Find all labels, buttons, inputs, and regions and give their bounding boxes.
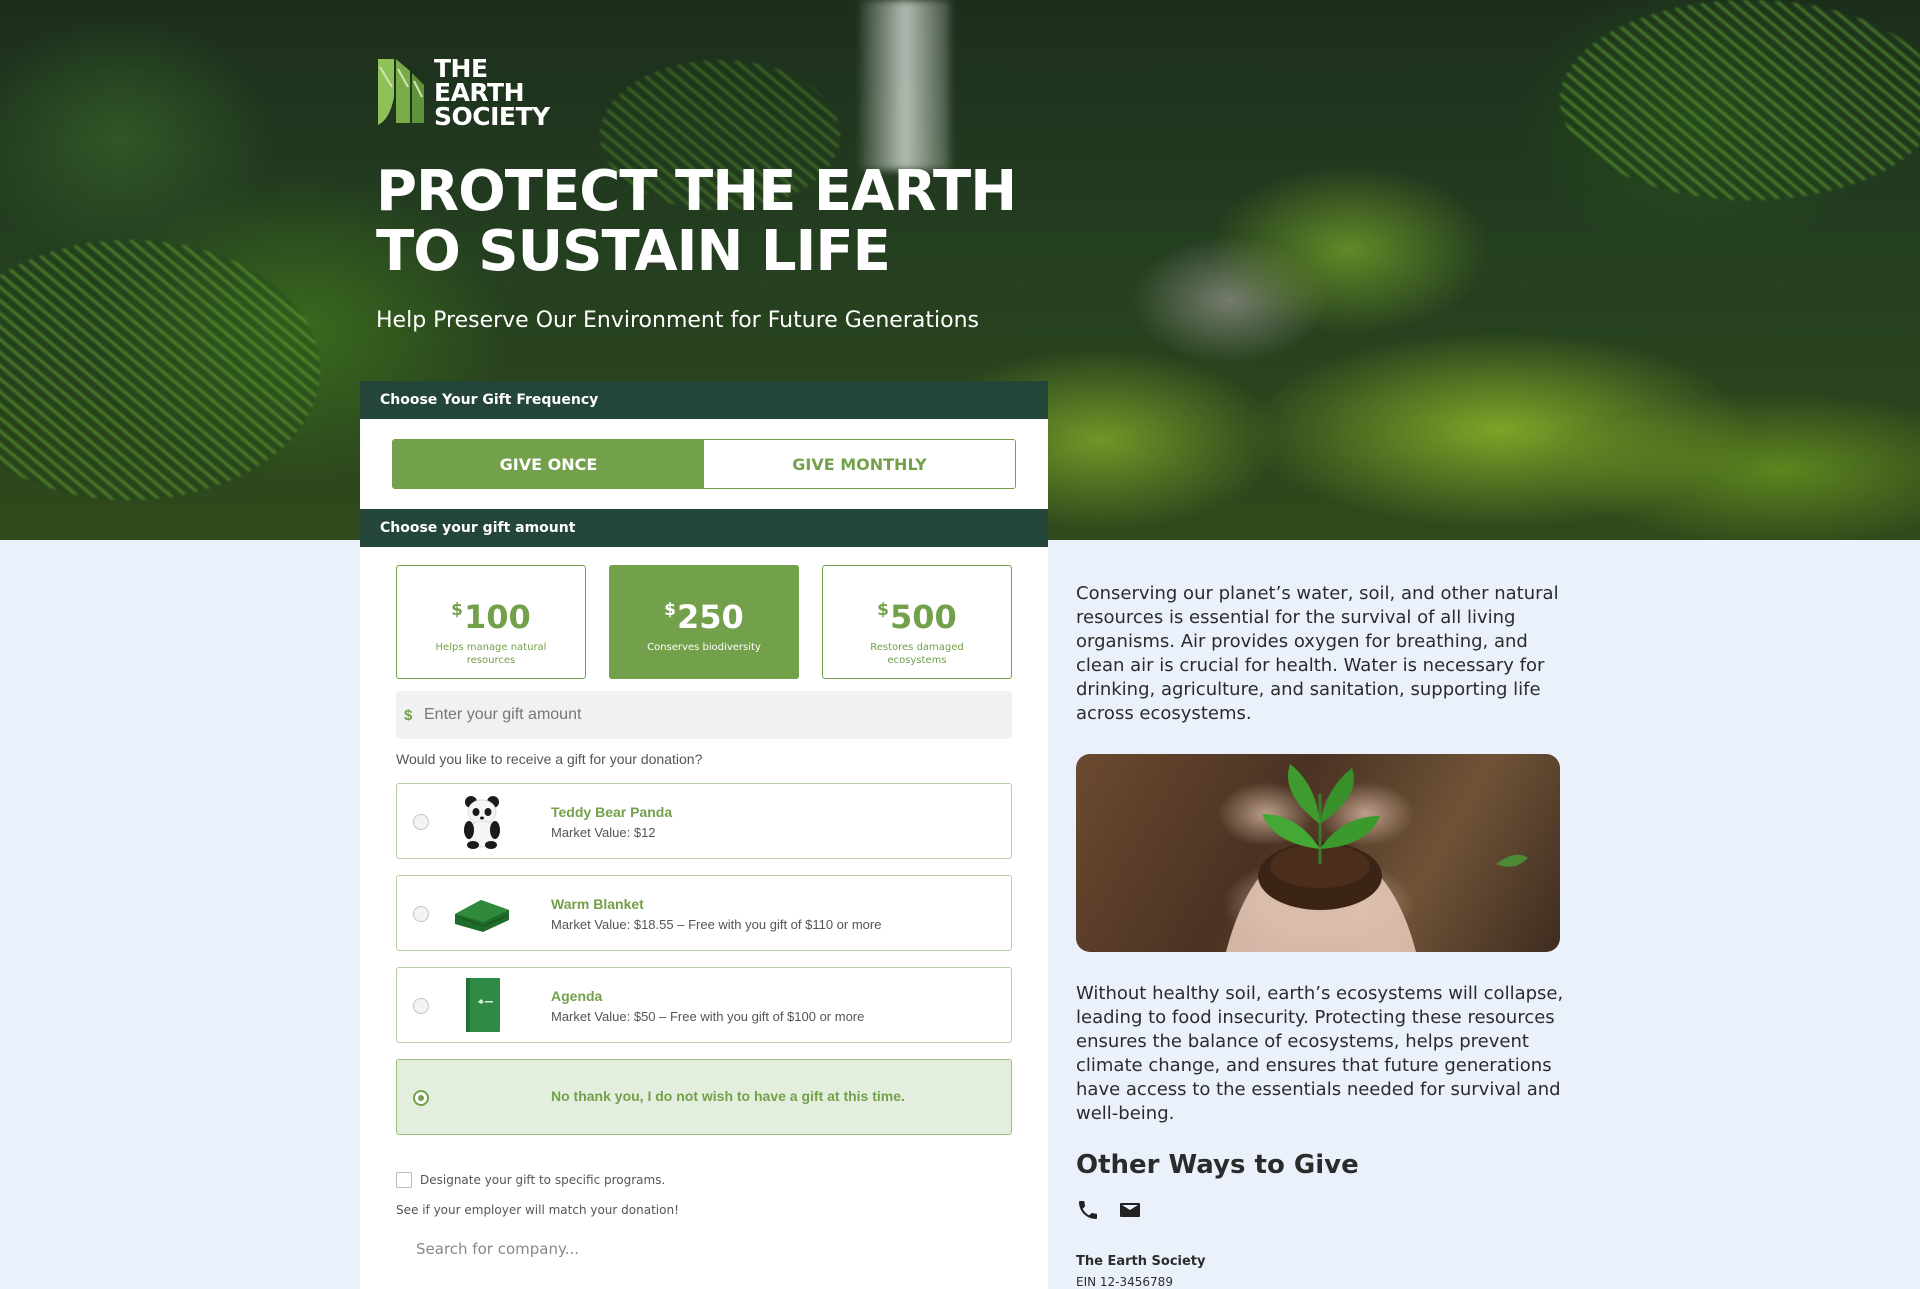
- gift-option-agenda[interactable]: Agenda Market Value: $50 – Free with you…: [396, 967, 1012, 1043]
- hero-title-line: TO SUSTAIN LIFE: [376, 219, 891, 284]
- gift-value: Market Value: $18.55 – Free with you gif…: [551, 917, 882, 932]
- amount-description: Helps manage natural resources: [435, 642, 547, 666]
- seedling-photo: [1076, 754, 1560, 952]
- radio-button-selected[interactable]: [413, 1090, 429, 1106]
- other-ways-title: Other Ways to Give: [1076, 1150, 1359, 1180]
- logo[interactable]: THE EARTH SOCIETY: [376, 56, 550, 131]
- gift-option-blanket[interactable]: Warm Blanket Market Value: $18.55 – Free…: [396, 875, 1012, 951]
- custom-amount-field[interactable]: $: [396, 691, 1012, 739]
- envelope-icon[interactable]: [1118, 1198, 1144, 1222]
- panda-plush-icon: [464, 796, 500, 849]
- waterfall-image: [860, 0, 950, 170]
- radio-button[interactable]: [413, 998, 429, 1014]
- gift-name: Agenda: [551, 988, 603, 1004]
- amount-value: $500: [823, 592, 1011, 635]
- gift-name: No thank you, I do not wish to have a gi…: [551, 1088, 905, 1104]
- logo-line: SOCIETY: [434, 102, 550, 131]
- amount-header: Choose your gift amount: [360, 509, 1048, 547]
- amount-number: 250: [677, 598, 744, 636]
- company-search-input[interactable]: [396, 1229, 1012, 1269]
- agenda-book-icon: [466, 978, 500, 1032]
- amount-description: Restores damaged ecosystems: [870, 642, 964, 666]
- logo-text: THE EARTH SOCIETY: [434, 56, 550, 131]
- gift-value: Market Value: $12: [551, 825, 656, 840]
- amount-card-100[interactable]: $100 Helps manage natural resources: [396, 565, 586, 679]
- amount-description: Conserves biodiversity: [647, 642, 761, 653]
- amount-number: 500: [890, 598, 957, 636]
- gift-option-no-thanks[interactable]: No thank you, I do not wish to have a gi…: [396, 1059, 1012, 1135]
- frequency-toggle: GIVE ONCE GIVE MONTHLY: [392, 439, 1016, 489]
- hero-title: PROTECT THE EARTH TO SUSTAIN LIFE: [376, 162, 1076, 282]
- designate-label: Designate your gift to specific programs…: [420, 1173, 666, 1187]
- blanket-icon: [455, 900, 509, 932]
- gift-text: Warm Blanket Market Value: $18.55 – Free…: [551, 894, 881, 936]
- amount-card-250[interactable]: $250 Conserves biodiversity: [609, 565, 799, 679]
- amount-options: $100 Helps manage natural resources $250…: [396, 565, 1012, 679]
- gift-value: Market Value: $50 – Free with you gift o…: [551, 1009, 865, 1024]
- give-once-button[interactable]: GIVE ONCE: [393, 440, 704, 488]
- currency-symbol: $: [664, 600, 677, 620]
- employer-match-text: See if your employer will match your don…: [396, 1203, 679, 1217]
- gift-text: Agenda Market Value: $50 – Free with you…: [551, 986, 864, 1028]
- gift-option-panda[interactable]: Teddy Bear Panda Market Value: $12: [396, 783, 1012, 859]
- fern-foliage: [1560, 0, 1920, 200]
- radio-button[interactable]: [413, 906, 429, 922]
- leaf-logo-icon: [378, 59, 424, 125]
- gift-question: Would you like to receive a gift for you…: [396, 751, 703, 767]
- hero-title-line: PROTECT THE EARTH: [376, 159, 1017, 224]
- currency-symbol: $: [877, 600, 890, 620]
- gift-name: Teddy Bear Panda: [551, 804, 673, 820]
- designate-checkbox[interactable]: [396, 1172, 412, 1188]
- custom-amount-input[interactable]: [424, 706, 1012, 724]
- fern-foliage: [0, 240, 320, 500]
- frequency-header: Choose Your Gift Frequency: [360, 381, 1048, 419]
- amount-value: $100: [397, 592, 585, 635]
- hero-subtitle: Help Preserve Our Environment for Future…: [376, 308, 979, 333]
- amount-card-500[interactable]: $500 Restores damaged ecosystems: [822, 565, 1012, 679]
- contact-icons: [1076, 1198, 1144, 1222]
- soil-paragraph: Without healthy soil, earth’s ecosystems…: [1076, 983, 1564, 1124]
- seedling-illustration: [1226, 764, 1528, 952]
- give-monthly-button[interactable]: GIVE MONTHLY: [704, 440, 1015, 488]
- designate-row[interactable]: Designate your gift to specific programs…: [396, 1172, 665, 1188]
- donation-form: Choose Your Gift Frequency GIVE ONCE GIV…: [360, 381, 1048, 1289]
- gift-name: Warm Blanket: [551, 896, 644, 912]
- currency-symbol: $: [451, 600, 464, 620]
- org-ein: EIN 12-3456789: [1076, 1275, 1173, 1289]
- phone-icon[interactable]: [1076, 1198, 1102, 1222]
- org-name: The Earth Society: [1076, 1254, 1206, 1269]
- amount-value: $250: [610, 592, 798, 635]
- amount-number: 100: [464, 598, 531, 636]
- dollar-icon: $: [404, 706, 413, 724]
- intro-paragraph: Conserving our planet’s water, soil, and…: [1076, 583, 1559, 724]
- gift-text: Teddy Bear Panda Market Value: $12: [551, 802, 672, 844]
- radio-button[interactable]: [413, 814, 429, 830]
